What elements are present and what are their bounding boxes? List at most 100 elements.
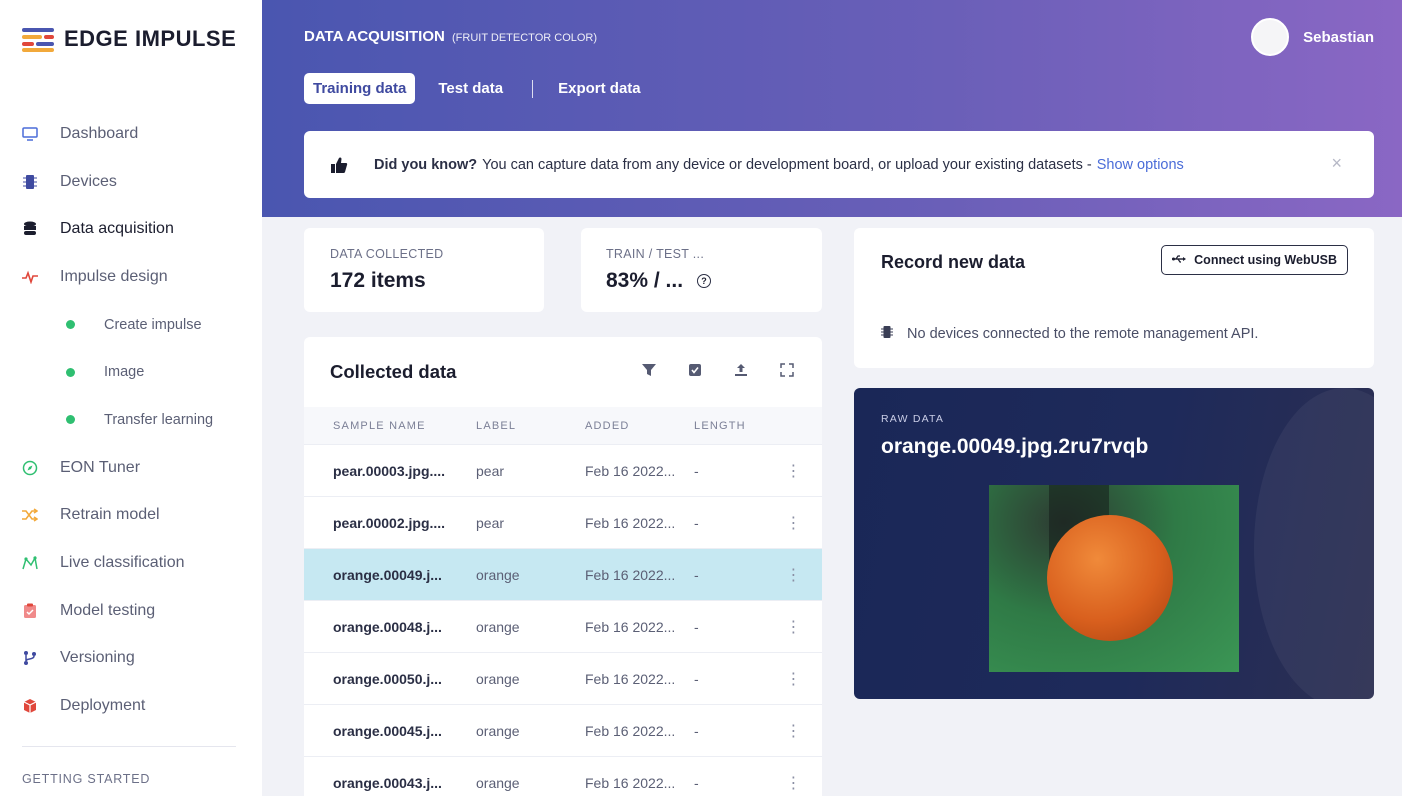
- filter-icon[interactable]: [640, 361, 658, 379]
- sidebar-section-getting-started[interactable]: GETTING STARTED: [22, 772, 150, 786]
- user-menu[interactable]: Sebastian: [1251, 18, 1374, 56]
- show-options-link[interactable]: Show options: [1097, 157, 1184, 173]
- page-header: DATA ACQUISITION (FRUIT DETECTOR COLOR) …: [262, 0, 1402, 217]
- sample-label: orange: [476, 566, 520, 583]
- sample-name: orange.00048.j...: [333, 618, 442, 635]
- sample-name: pear.00003.jpg....: [333, 462, 446, 479]
- table-row[interactable]: orange.00045.j... orange Feb 16 2022... …: [304, 705, 822, 757]
- brand-name: EDGE IMPULSE: [64, 26, 237, 51]
- table-row[interactable]: orange.00043.j... orange Feb 16 2022... …: [304, 757, 822, 796]
- column-length[interactable]: LENGTH: [665, 420, 765, 432]
- connect-webusb-button[interactable]: Connect using WebUSB: [1161, 245, 1348, 275]
- shuffle-icon: [22, 507, 38, 523]
- sidebar-item-create-impulse[interactable]: Create impulse: [0, 301, 262, 349]
- page-title-text: DATA ACQUISITION: [304, 28, 445, 45]
- sidebar-nav: Dashboard Devices Data acquisition Impul…: [0, 110, 262, 730]
- sidebar-item-impulse-design[interactable]: Impulse design: [0, 253, 262, 301]
- sidebar-item-deployment[interactable]: Deployment: [0, 682, 262, 730]
- sidebar-item-devices[interactable]: Devices: [0, 158, 262, 206]
- select-checkbox-icon[interactable]: [686, 361, 704, 379]
- logo[interactable]: EDGE IMPULSE: [22, 26, 236, 52]
- sidebar-item-live-classification[interactable]: Live classification: [0, 539, 262, 587]
- sidebar-item-label: Transfer learning: [104, 411, 214, 428]
- sidebar-item-label: Versioning: [60, 649, 135, 667]
- sidebar-item-dashboard[interactable]: Dashboard: [0, 110, 262, 158]
- sidebar-item-label: Impulse design: [60, 267, 168, 285]
- sidebar-item-transfer-learning[interactable]: Transfer learning: [0, 396, 262, 444]
- raw-data-panel: RAW DATA orange.00049.jpg.2ru7rvqb: [854, 388, 1374, 699]
- sample-name: orange.00045.j...: [333, 722, 442, 739]
- collected-data-title: Collected data: [330, 361, 457, 382]
- expand-icon[interactable]: [778, 361, 796, 379]
- sidebar-item-label: Retrain model: [60, 506, 160, 524]
- orange-fruit-image: [1047, 515, 1173, 641]
- chip-icon: [881, 325, 893, 343]
- column-label[interactable]: LABEL: [446, 420, 556, 432]
- table-row[interactable]: pear.00003.jpg.... pear Feb 16 2022... -…: [304, 445, 822, 497]
- sidebar-item-eon-tuner[interactable]: EON Tuner: [0, 444, 262, 492]
- sample-added: Feb 16 2022...: [585, 722, 676, 739]
- raw-data-glow: [1254, 388, 1374, 699]
- sample-added: Feb 16 2022...: [585, 618, 676, 635]
- row-menu-icon[interactable]: ⋮: [765, 565, 822, 585]
- tab-export-data[interactable]: Export data: [549, 73, 650, 104]
- row-menu-icon[interactable]: ⋮: [765, 669, 822, 689]
- sidebar-item-label: Model testing: [60, 601, 156, 619]
- record-new-data-panel: Record new data Connect using WebUSB No …: [854, 228, 1374, 368]
- tab-training-data[interactable]: Training data: [304, 73, 416, 104]
- row-menu-icon[interactable]: ⋮: [765, 773, 822, 793]
- row-menu-icon[interactable]: ⋮: [765, 721, 822, 741]
- sample-image: [989, 485, 1239, 672]
- no-devices-message: No devices connected to the remote manag…: [881, 325, 1258, 343]
- connect-webusb-label: Connect using WebUSB: [1194, 253, 1337, 267]
- pulse-icon: [22, 269, 38, 285]
- box-icon: [22, 698, 38, 714]
- sidebar-item-label: Dashboard: [60, 124, 139, 142]
- table-row[interactable]: orange.00048.j... orange Feb 16 2022... …: [304, 601, 822, 653]
- sample-label: orange: [476, 774, 520, 791]
- sidebar-item-versioning[interactable]: Versioning: [0, 635, 262, 683]
- status-dot-icon: [62, 364, 78, 380]
- tab-test-data[interactable]: Test data: [429, 73, 512, 104]
- sidebar-item-retrain-model[interactable]: Retrain model: [0, 492, 262, 540]
- sidebar-item-label: Deployment: [60, 697, 146, 715]
- avatar[interactable]: [1251, 18, 1290, 56]
- sidebar-item-data-acquisition[interactable]: Data acquisition: [0, 205, 262, 253]
- table-row-selected[interactable]: orange.00049.j... orange Feb 16 2022... …: [304, 549, 822, 601]
- table-row[interactable]: pear.00002.jpg.... pear Feb 16 2022... -…: [304, 497, 822, 549]
- data-collected-label: DATA COLLECTED: [330, 247, 444, 261]
- row-menu-icon[interactable]: ⋮: [765, 617, 822, 637]
- sample-length: -: [694, 774, 699, 791]
- sample-label: pear: [476, 462, 505, 479]
- graph-icon: [22, 555, 38, 571]
- sidebar-item-label: Data acquisition: [60, 220, 174, 238]
- sample-name: orange.00043.j...: [333, 774, 442, 791]
- sample-name: pear.00002.jpg....: [333, 514, 446, 531]
- data-collected-card: DATA COLLECTED 172 items: [304, 228, 544, 312]
- data-collected-value: 172 items: [330, 269, 518, 293]
- row-menu-icon[interactable]: ⋮: [765, 461, 822, 481]
- close-icon[interactable]: ×: [1331, 153, 1342, 174]
- user-name: Sebastian: [1303, 28, 1374, 46]
- data-collected-count: 172 items: [330, 269, 426, 292]
- sidebar-item-model-testing[interactable]: Model testing: [0, 587, 262, 635]
- chip-icon: [22, 174, 38, 190]
- column-sample-name[interactable]: SAMPLE NAME: [304, 420, 446, 432]
- upload-icon[interactable]: [732, 361, 750, 379]
- compass-icon: [22, 460, 38, 476]
- status-dot-icon: [62, 317, 78, 333]
- database-icon: [22, 221, 38, 237]
- sample-length: -: [694, 722, 699, 739]
- table-row[interactable]: orange.00050.j... orange Feb 16 2022... …: [304, 653, 822, 705]
- no-devices-text: No devices connected to the remote manag…: [907, 326, 1259, 342]
- row-menu-icon[interactable]: ⋮: [765, 513, 822, 533]
- sample-label: orange: [476, 618, 520, 635]
- branch-icon: [22, 650, 38, 666]
- train-test-split-card: TRAIN / TEST ... 83% / ... ?: [581, 228, 822, 312]
- column-added[interactable]: ADDED: [556, 420, 665, 432]
- sample-length: -: [694, 462, 699, 479]
- sidebar-item-image[interactable]: Image: [0, 348, 262, 396]
- edge-impulse-logo-icon: [22, 26, 54, 52]
- help-icon[interactable]: ?: [697, 274, 712, 288]
- sample-name: orange.00050.j...: [333, 670, 442, 687]
